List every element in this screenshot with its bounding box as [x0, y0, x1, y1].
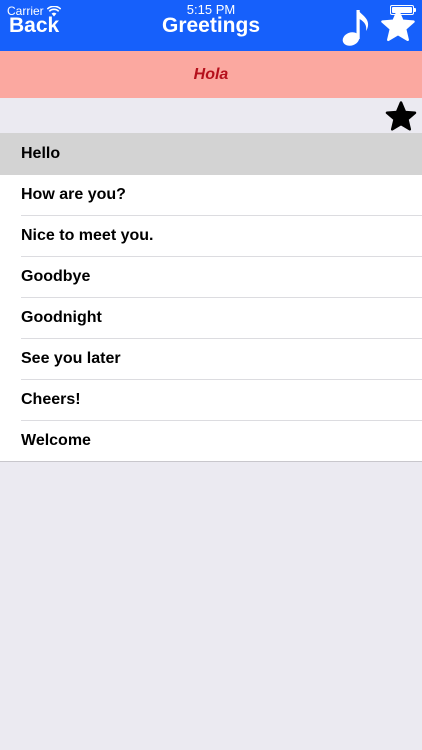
- back-button[interactable]: Back: [9, 13, 59, 39]
- phrase-item-hello[interactable]: Hello: [0, 133, 422, 174]
- phrase-list: Hello How are you? Nice to meet you. Goo…: [0, 133, 422, 462]
- navigation-bar: Carrier 5:15 PM Back Greetings: [0, 0, 422, 51]
- phrase-item-nice-to-meet-you[interactable]: Nice to meet you.: [0, 215, 422, 256]
- phrase-item-see-you-later[interactable]: See you later: [0, 338, 422, 379]
- phrase-item-goodbye[interactable]: Goodbye: [0, 256, 422, 297]
- phrase-item-welcome[interactable]: Welcome: [0, 420, 422, 461]
- favorite-row: [0, 98, 422, 133]
- favorites-star-icon[interactable]: [380, 9, 416, 43]
- translation-banner: Hola: [0, 51, 422, 98]
- music-note-icon[interactable]: [340, 7, 374, 47]
- phrase-item-cheers[interactable]: Cheers!: [0, 379, 422, 420]
- phrase-item-how-are-you[interactable]: How are you?: [0, 174, 422, 215]
- phrase-item-goodnight[interactable]: Goodnight: [0, 297, 422, 338]
- favorite-toggle-star-icon[interactable]: [385, 101, 417, 132]
- translation-text: Hola: [193, 65, 229, 83]
